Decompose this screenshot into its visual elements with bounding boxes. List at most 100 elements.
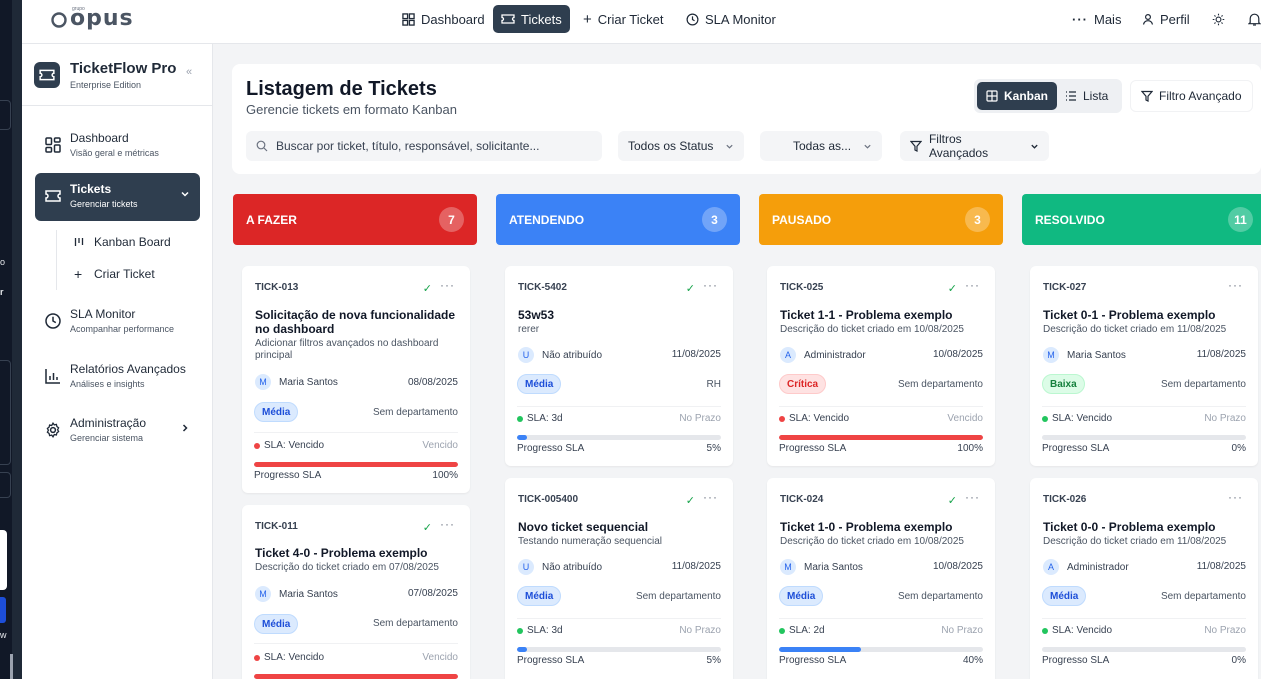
- ticket-description: Adicionar filtros avançados no dashboard…: [255, 338, 439, 361]
- department-label: Sem departamento: [635, 591, 721, 602]
- more-options-icon[interactable]: ···: [1228, 278, 1243, 292]
- view-toggle: Kanban Lista: [974, 79, 1122, 113]
- more-options-icon[interactable]: ···: [703, 278, 718, 292]
- avatar: M: [1043, 347, 1059, 363]
- check-icon: ✓: [685, 495, 695, 507]
- app-edition: Enterprise Edition: [70, 80, 142, 90]
- more-options-icon[interactable]: ···: [440, 517, 455, 531]
- priority-badge: Média: [517, 374, 562, 394]
- ticket-card[interactable]: TICK-025 ✓ ··· Ticket 1-1 - Problema exe…: [767, 266, 995, 466]
- ticket-description: Descrição do ticket criado em 07/08/2025: [255, 562, 439, 573]
- ticket-card[interactable]: TICK-024 ✓ ··· Ticket 1-0 - Problema exe…: [767, 478, 995, 679]
- nav-dashboard[interactable]: Dashboard: [394, 5, 493, 33]
- edge-char: w: [0, 630, 7, 640]
- more-options-icon[interactable]: ···: [965, 490, 980, 504]
- priority-badge: Crítica: [779, 374, 827, 394]
- ticket-card[interactable]: TICK-027 ··· Ticket 0-1 - Problema exemp…: [1030, 266, 1258, 466]
- avatar: A: [1043, 559, 1059, 575]
- search-field[interactable]: [246, 131, 602, 161]
- sla-progress-bar: [779, 647, 983, 652]
- status-dot: [254, 654, 260, 661]
- sidebar-item-reports[interactable]: Relatórios Avançados Análises e insights: [35, 353, 200, 401]
- opus-logo[interactable]: opus grupo: [50, 6, 134, 31]
- sla-state: No Prazo: [941, 625, 983, 636]
- assignee-name: Maria Santos: [279, 588, 338, 600]
- profile-button[interactable]: Perfil: [1142, 5, 1190, 33]
- notifications-button[interactable]: [1248, 5, 1261, 33]
- search-input[interactable]: [276, 139, 586, 153]
- nav-dashboard-label: Dashboard: [421, 11, 485, 27]
- chevron-down-icon: [726, 144, 733, 149]
- advanced-filter-button[interactable]: Filtro Avançado: [1130, 80, 1253, 112]
- department-label: RH: [706, 379, 721, 390]
- sla-state: No Prazo: [1204, 625, 1246, 636]
- list-view-button[interactable]: Lista: [1056, 82, 1117, 110]
- sla-progress-value: 40%: [962, 655, 983, 666]
- ticket-card[interactable]: TICK-026 ··· Ticket 0-0 - Problema exemp…: [1030, 478, 1258, 679]
- sidebar-item-subtitle: Gerenciar sistema: [70, 433, 144, 443]
- advanced-filter-label: Filtro Avançado: [1159, 89, 1242, 103]
- ticket-assignee: U Não atribuído: [518, 347, 602, 363]
- ticket-icon: [501, 14, 515, 24]
- nav-sla-monitor-label: SLA Monitor: [705, 11, 776, 27]
- ticket-card[interactable]: TICK-013 ✓ ··· Solicitação de nova funci…: [242, 266, 470, 493]
- advanced-filters-dropdown[interactable]: Filtros Avançados: [900, 131, 1049, 161]
- sidebar-item-dashboard[interactable]: Dashboard Visão geral e métricas: [35, 122, 200, 170]
- category-select[interactable]: Todas as...: [760, 131, 882, 161]
- more-options-icon[interactable]: ···: [1228, 490, 1243, 504]
- ticket-title: Ticket 1-1 - Problema exemplo: [780, 308, 953, 322]
- more-options-icon[interactable]: ···: [965, 278, 980, 292]
- ticket-description: Testando numeração sequencial: [518, 536, 662, 547]
- more-options-icon[interactable]: ···: [440, 278, 455, 292]
- ticket-id: TICK-005400: [518, 494, 579, 505]
- edge-char: r: [0, 287, 4, 297]
- sla-label: SLA: 3d: [527, 625, 563, 636]
- sidebar-item-sla-monitor[interactable]: SLA Monitor Acompanhar performance: [35, 298, 200, 346]
- assignee-name: Não atribuído: [542, 561, 603, 573]
- ticket-title: Ticket 1-0 - Problema exemplo: [780, 520, 953, 534]
- nav-sla-monitor[interactable]: SLA Monitor: [678, 5, 784, 33]
- more-options-icon[interactable]: ···: [703, 490, 718, 504]
- profile-label: Perfil: [1160, 11, 1190, 27]
- ticket-card[interactable]: TICK-5402 ✓ ··· 53w53 rerer U Não atribu…: [505, 266, 733, 466]
- filter-icon: [1141, 90, 1153, 102]
- collapse-sidebar-icon[interactable]: «: [186, 66, 192, 78]
- sidebar-item-subtitle: Visão geral e métricas: [70, 148, 159, 158]
- sla-progress-bar: [1042, 647, 1246, 652]
- sidebar-item-tickets[interactable]: Tickets Gerenciar tickets: [35, 173, 200, 221]
- bell-icon: [1248, 13, 1261, 26]
- sla-state: Vencido: [422, 440, 458, 451]
- sla-label: SLA: Vencido: [1052, 413, 1113, 424]
- more-label: Mais: [1094, 11, 1122, 27]
- avatar: M: [780, 559, 796, 575]
- theme-toggle-button[interactable]: [1212, 5, 1225, 33]
- ticket-title: Ticket 0-1 - Problema exemplo: [1043, 308, 1216, 322]
- more-menu-button[interactable]: ··· Mais: [1072, 5, 1121, 33]
- nav-create-ticket[interactable]: + Criar Ticket: [575, 5, 672, 33]
- sla-state: No Prazo: [1204, 413, 1246, 424]
- ticket-card[interactable]: TICK-005400 ✓ ··· Novo ticket sequencial…: [505, 478, 733, 679]
- status-select[interactable]: Todos os Status: [618, 131, 744, 161]
- priority-badge: Média: [254, 402, 299, 422]
- ticket-id: TICK-013: [255, 282, 299, 293]
- department-label: Sem departamento: [897, 591, 983, 602]
- sla-state: No Prazo: [679, 625, 721, 636]
- ticket-icon: [34, 62, 60, 88]
- top-navbar: opus grupo Dashboard Tickets + Criar Tic…: [22, 0, 1261, 44]
- kanban-view-button[interactable]: Kanban: [977, 82, 1058, 110]
- sidebar-subitem-create-ticket[interactable]: + Criar Ticket: [74, 264, 155, 284]
- sidebar-item-administration[interactable]: Administração Gerenciar sistema: [35, 407, 200, 455]
- assignee-name: Administrador: [804, 349, 866, 361]
- nav-tickets[interactable]: Tickets: [493, 5, 570, 33]
- sla-progress-label: Progresso SLA: [517, 443, 585, 454]
- sidebar-subitem-kanban[interactable]: Kanban Board: [74, 232, 171, 252]
- sla-progress-value: 5%: [706, 443, 721, 454]
- filter-icon: [910, 140, 922, 152]
- ticket-card[interactable]: TICK-011 ✓ ··· Ticket 4-0 - Problema exe…: [242, 505, 470, 679]
- kanban-view-label: Kanban: [1004, 89, 1049, 103]
- sidebar-item-subtitle: Análises e insights: [70, 379, 145, 389]
- category-select-value: Todas as...: [793, 139, 852, 153]
- ticket-date: 10/08/2025: [932, 349, 983, 360]
- sla-progress-value: 100%: [432, 470, 458, 481]
- column-header-paused: PAUSADO 3: [759, 194, 1003, 245]
